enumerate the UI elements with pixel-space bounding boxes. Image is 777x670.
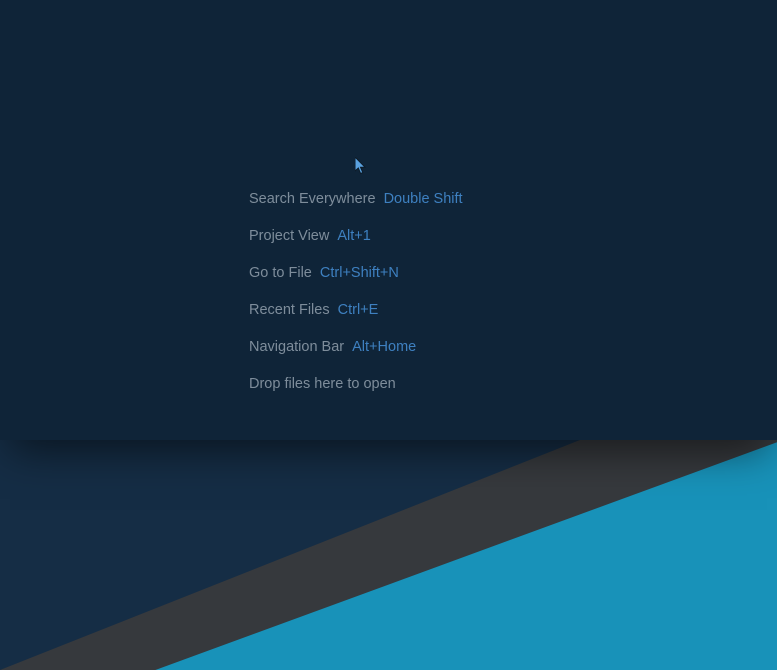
hint-shortcut: Ctrl+E (338, 302, 379, 318)
hint-shortcut: Ctrl+Shift+N (320, 265, 399, 281)
hint-label: Search Everywhere (249, 191, 376, 207)
hint-recent-files: Recent Files Ctrl+E (249, 302, 463, 319)
hint-shortcut: Alt+1 (337, 228, 370, 244)
hint-label: Project View (249, 228, 329, 244)
drop-hint-text: Drop files here to open (249, 376, 396, 392)
welcome-hint-list: Search Everywhere Double Shift Project V… (249, 191, 463, 393)
hint-shortcut: Double Shift (384, 191, 463, 207)
editor-empty-panel[interactable]: Search Everywhere Double Shift Project V… (0, 0, 777, 440)
drop-files-hint: Drop files here to open (249, 376, 463, 393)
hint-label: Go to File (249, 265, 312, 281)
hint-label: Navigation Bar (249, 339, 344, 355)
hint-shortcut: Alt+Home (352, 339, 416, 355)
hint-search-everywhere: Search Everywhere Double Shift (249, 191, 463, 208)
hint-project-view: Project View Alt+1 (249, 228, 463, 245)
hint-go-to-file: Go to File Ctrl+Shift+N (249, 265, 463, 282)
hint-navigation-bar: Navigation Bar Alt+Home (249, 339, 463, 356)
hint-label: Recent Files (249, 302, 330, 318)
